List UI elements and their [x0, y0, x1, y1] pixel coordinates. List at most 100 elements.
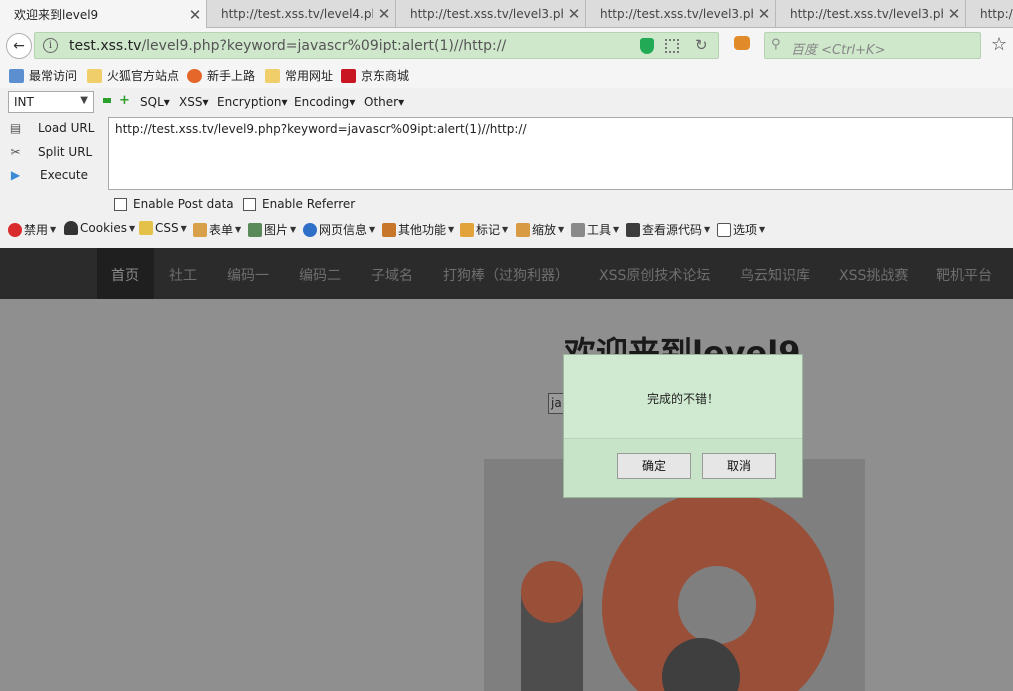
back-button[interactable]: ← — [6, 33, 32, 59]
web-developer-toolbar: 禁用 ▼ Cookies ▼ CSS ▼ 表单 ▼ 图片 ▼ 网页信息 ▼ 其他功能 ▼ 标记… — [0, 217, 1013, 241]
shield-icon[interactable] — [640, 38, 654, 54]
options-icon — [717, 222, 731, 237]
dev-outline[interactable]: 标记 ▼ — [460, 221, 508, 238]
close-icon[interactable]: ✕ — [753, 5, 775, 23]
jd-icon — [341, 68, 356, 83]
tab-level9[interactable]: 欢迎来到level9 ✕ — [0, 0, 207, 29]
nav-wooyun[interactable]: 乌云知识库 — [740, 265, 810, 285]
dev-resize[interactable]: 缩放 ▼ — [516, 221, 564, 238]
tab-partial[interactable]: http://t — [966, 0, 1013, 28]
minus-icon[interactable] — [103, 98, 111, 103]
reload-icon[interactable]: ↻ — [695, 36, 708, 54]
dev-cookies[interactable]: Cookies ▼ — [64, 221, 135, 235]
tab-label: 欢迎来到level9 — [14, 8, 99, 22]
image-icon — [248, 222, 262, 237]
dev-label: 禁用 — [24, 223, 49, 237]
menu-other[interactable]: Other▾ — [364, 95, 404, 109]
dev-css[interactable]: CSS ▼ — [139, 221, 187, 235]
info-icon[interactable]: i — [43, 38, 58, 53]
execute-icon: ▶ — [10, 168, 21, 182]
dev-options[interactable]: 选项 ▼ — [717, 221, 765, 238]
menu-label: Other — [364, 95, 399, 109]
nav-bypass[interactable]: 打狗棒（过狗利器） — [443, 265, 569, 285]
enable-post-data-checkbox[interactable]: Enable Post data — [114, 197, 234, 211]
firefox-icon — [187, 68, 202, 83]
split-url-icon: ✂ — [10, 145, 21, 159]
tab-label: http://test.xss.tv/level3.php — [410, 7, 563, 21]
split-url-button[interactable]: ✂ Split URL — [8, 145, 92, 159]
dev-label: 其他功能 — [398, 223, 447, 237]
dev-forms[interactable]: 表单 ▼ — [193, 221, 241, 238]
tab-label: http://test.xss.tv/level3.php — [600, 7, 753, 21]
nav-target-platform[interactable]: 靶机平台 — [936, 265, 992, 285]
close-icon[interactable]: ✕ — [373, 5, 395, 23]
resize-icon — [516, 222, 530, 237]
ok-button[interactable]: 确定 — [617, 453, 691, 479]
dev-images[interactable]: 图片 ▼ — [248, 221, 296, 238]
nav-encode-2[interactable]: 编码二 — [299, 265, 341, 285]
chevron-down-icon: ▼ — [704, 225, 711, 234]
bookmark-common-sites[interactable]: 常用网址 — [265, 67, 333, 84]
nav-home[interactable]: 首页 — [111, 265, 139, 285]
chevron-down-icon: ▼ — [180, 223, 187, 233]
nav-xss-challenge[interactable]: XSS挑战赛 — [839, 265, 908, 285]
source-icon — [626, 222, 640, 237]
checkbox-label: Enable Post data — [133, 197, 234, 211]
bookmark-jd[interactable]: 京东商城 — [341, 67, 409, 84]
bookmark-getting-started[interactable]: 新手上路 — [187, 67, 255, 84]
menu-label: Encryption — [217, 95, 282, 109]
bookmark-most-visited[interactable]: 最常访问 — [9, 67, 77, 84]
chevron-down-icon: ▼ — [128, 223, 136, 233]
tab-level3-a[interactable]: http://test.xss.tv/level3.php ✕ — [396, 0, 586, 28]
action-label: Execute — [40, 168, 88, 182]
close-icon[interactable]: ✕ — [943, 5, 965, 23]
dev-misc[interactable]: 其他功能 ▼ — [382, 221, 454, 238]
nav-xss-forum[interactable]: XSS原创技术论坛 — [599, 265, 710, 285]
nav-subdomain[interactable]: 子域名 — [371, 265, 413, 285]
logo-ring-hole — [678, 566, 756, 644]
dev-page-info[interactable]: 网页信息 ▼ — [303, 221, 375, 238]
url-textarea[interactable]: http://test.xss.tv/level9.php?keyword=ja… — [108, 117, 1013, 190]
chevron-down-icon: ▼ — [369, 225, 376, 234]
close-icon[interactable]: ✕ — [184, 6, 206, 24]
dev-disable[interactable]: 禁用 ▼ — [8, 221, 56, 238]
menu-encryption[interactable]: Encryption▾ — [217, 95, 287, 109]
tab-level4[interactable]: http://test.xss.tv/level4.php ✕ — [207, 0, 396, 28]
load-url-icon: ▤ — [9, 121, 22, 135]
chevron-down-icon: ▼ — [290, 225, 297, 234]
nav-encode-1[interactable]: 编码一 — [227, 265, 269, 285]
enable-referrer-checkbox[interactable]: Enable Referrer — [243, 197, 355, 211]
execute-button[interactable]: ▶ Execute — [8, 168, 88, 182]
plus-icon[interactable]: + — [119, 94, 130, 107]
cookie-person-icon — [64, 221, 78, 235]
alert-message-area: 完成的不错！ — [564, 355, 802, 439]
dev-view-source[interactable]: 查看源代码 ▼ — [626, 221, 710, 238]
tab-level3-b[interactable]: http://test.xss.tv/level3.php ✕ — [586, 0, 776, 28]
checkbox-box[interactable] — [243, 197, 256, 211]
load-url-button[interactable]: ▤ Load URL — [8, 121, 95, 135]
close-icon[interactable]: ✕ — [563, 5, 585, 23]
most-visited-icon — [9, 68, 24, 83]
dev-label: 图片 — [264, 223, 289, 237]
chevron-down-icon: ▼ — [558, 225, 565, 234]
menu-xss[interactable]: XSS▾ — [179, 95, 209, 109]
address-bar[interactable]: i test.xss.tv/level9.php?keyword=javascr… — [34, 32, 719, 59]
misc-icon — [382, 222, 396, 237]
qr-code-icon[interactable] — [665, 39, 679, 53]
type-select[interactable]: INT ▼ — [8, 91, 94, 113]
search-placeholder: 百度 <Ctrl+K> — [791, 43, 886, 58]
bookmark-star-icon[interactable]: ☆ — [991, 34, 1007, 55]
bookmark-firefox-site[interactable]: 火狐官方站点 — [87, 67, 179, 84]
menu-encoding[interactable]: Encoding▾ — [294, 95, 355, 109]
dev-tools[interactable]: 工具 ▼ — [571, 221, 619, 238]
search-bar[interactable]: ⚲ 百度 <Ctrl+K> — [764, 32, 981, 59]
tab-level3-c[interactable]: http://test.xss.tv/level3.php ✕ — [776, 0, 966, 28]
site-nav: 首页 社工 编码一 编码二 子域名 打狗棒（过狗利器） XSS原创技术论坛 乌云… — [0, 248, 1013, 299]
nav-social[interactable]: 社工 — [169, 265, 197, 285]
checkbox-box[interactable] — [114, 197, 127, 211]
page-content: 首页 社工 编码一 编码二 子域名 打狗棒（过狗利器） XSS原创技术论坛 乌云… — [0, 248, 1013, 691]
menu-sql[interactable]: SQL▾ — [140, 95, 170, 109]
css-wand-icon — [139, 221, 153, 235]
cancel-button[interactable]: 取消 — [702, 453, 776, 479]
extension-icon[interactable] — [734, 36, 750, 50]
